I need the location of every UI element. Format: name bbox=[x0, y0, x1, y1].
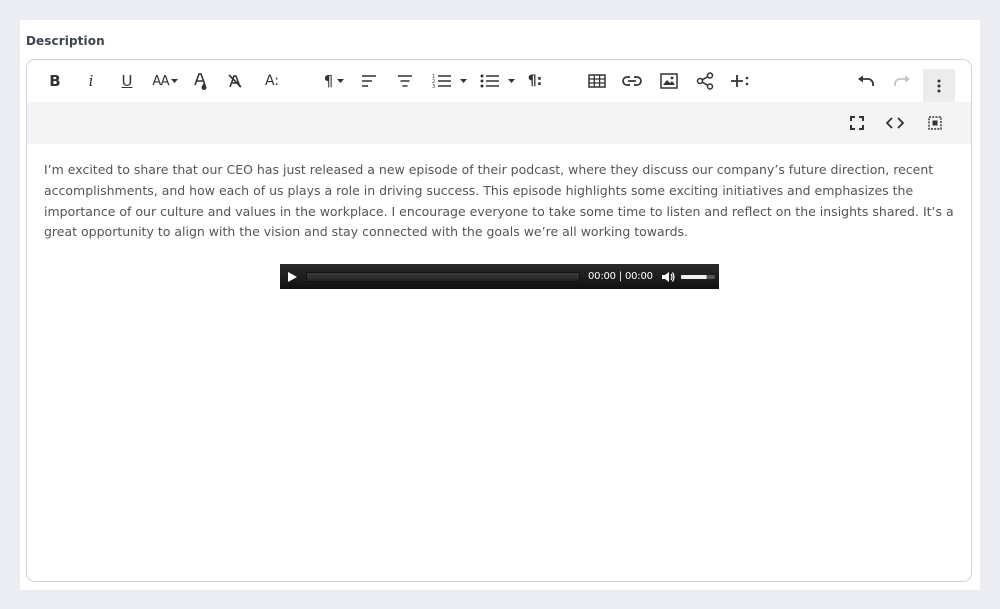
play-icon bbox=[288, 271, 297, 282]
ordered-list-button[interactable]: 1 2 3 bbox=[429, 66, 469, 96]
table-icon bbox=[588, 74, 606, 88]
chevron-down-icon bbox=[170, 78, 178, 83]
bold-icon: B bbox=[49, 72, 61, 90]
code-view-button[interactable] bbox=[880, 108, 910, 138]
align-center-button[interactable] bbox=[393, 66, 417, 96]
code-icon bbox=[886, 117, 904, 129]
svg-text:3: 3 bbox=[432, 84, 435, 89]
undo-button[interactable] bbox=[853, 66, 879, 96]
clear-formatting-button[interactable] bbox=[224, 66, 246, 96]
redo-icon bbox=[894, 75, 910, 86]
audio-time: 00:00 | 00:00 bbox=[588, 271, 653, 282]
ordered-list-icon: 1 2 3 bbox=[432, 74, 451, 89]
unordered-list-button[interactable] bbox=[477, 66, 517, 96]
share-button[interactable] bbox=[692, 66, 718, 96]
align-center-icon bbox=[398, 75, 412, 87]
undo-icon bbox=[858, 75, 874, 86]
editor-content[interactable]: I’m excited to share that our CEO has ju… bbox=[44, 160, 959, 243]
volume-icon bbox=[661, 271, 675, 282]
insert-image-button[interactable] bbox=[656, 66, 682, 96]
paragraph-format-button[interactable]: ¶ bbox=[319, 66, 349, 96]
italic-icon: i bbox=[88, 72, 94, 90]
insert-link-button[interactable] bbox=[619, 66, 645, 96]
paragraph-more-icon: ¶: bbox=[527, 73, 543, 89]
select-all-button[interactable] bbox=[920, 108, 950, 138]
chevron-down-icon bbox=[507, 78, 515, 83]
text-style-icon: A: bbox=[264, 73, 280, 89]
play-button[interactable] bbox=[280, 264, 304, 289]
more-vertical-icon bbox=[937, 79, 941, 92]
italic-button[interactable]: i bbox=[79, 66, 103, 96]
more-options-button[interactable] bbox=[923, 69, 955, 102]
rich-text-editor: B i U AA A: ¶ 1 2 3 ¶: I’m excited to sh… bbox=[26, 59, 972, 582]
chevron-down-icon bbox=[459, 78, 467, 83]
text-color-button[interactable] bbox=[189, 66, 211, 96]
insert-table-button[interactable] bbox=[585, 66, 609, 96]
more-paragraph-button[interactable]: ¶: bbox=[523, 66, 547, 96]
plus-more-icon bbox=[731, 75, 749, 87]
align-left-button[interactable] bbox=[357, 66, 381, 96]
editor-toolbar: B i U AA A: ¶ 1 2 3 ¶: bbox=[27, 60, 971, 102]
mute-button[interactable] bbox=[661, 270, 675, 284]
underline-icon: U bbox=[121, 72, 133, 90]
text-color-icon bbox=[194, 73, 207, 90]
clear-formatting-icon bbox=[228, 74, 242, 88]
select-all-icon bbox=[928, 116, 942, 130]
underline-button[interactable]: U bbox=[115, 66, 139, 96]
redo-button[interactable] bbox=[889, 66, 915, 96]
image-icon bbox=[660, 73, 678, 89]
bold-button[interactable]: B bbox=[43, 66, 67, 96]
chevron-down-icon bbox=[337, 78, 345, 83]
volume-slider[interactable] bbox=[680, 274, 715, 279]
audio-player: 00:00 | 00:00 bbox=[280, 264, 719, 289]
align-left-icon bbox=[362, 75, 376, 87]
description-label: Description bbox=[26, 34, 105, 48]
fullscreen-icon bbox=[850, 116, 864, 130]
description-panel: Description B i U AA A: ¶ 1 2 3 ¶: I’m e… bbox=[20, 20, 980, 590]
font-size-icon: AA bbox=[152, 73, 169, 89]
share-icon bbox=[696, 72, 714, 90]
fullscreen-button[interactable] bbox=[842, 108, 872, 138]
editor-secondary-toolbar bbox=[27, 102, 971, 144]
link-icon bbox=[622, 76, 642, 86]
text-style-button[interactable]: A: bbox=[259, 66, 285, 96]
font-size-button[interactable]: AA bbox=[149, 66, 181, 96]
unordered-list-icon bbox=[480, 74, 499, 88]
paragraph-icon: ¶ bbox=[323, 72, 334, 90]
audio-progress-track[interactable] bbox=[306, 271, 580, 282]
insert-more-button[interactable] bbox=[727, 66, 753, 96]
